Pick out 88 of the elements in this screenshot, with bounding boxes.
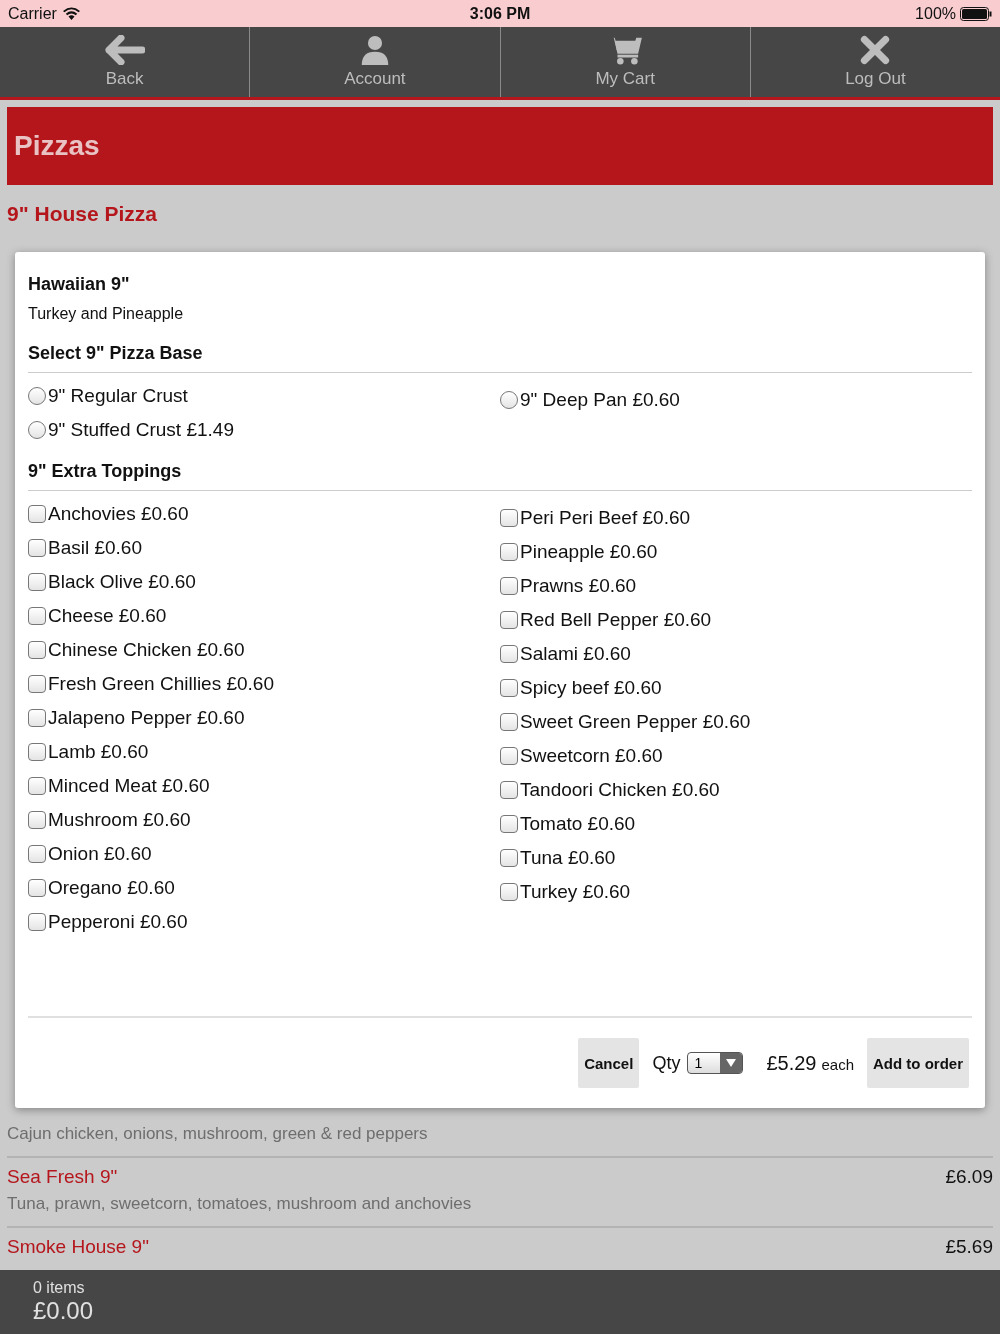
checkbox[interactable] xyxy=(500,611,518,629)
option-label: Oregano £0.60 xyxy=(48,877,175,899)
option-label: Pineapple £0.60 xyxy=(520,541,658,563)
checkbox[interactable] xyxy=(500,849,518,867)
radio-button[interactable] xyxy=(28,421,46,439)
option-label: Jalapeno Pepper £0.60 xyxy=(48,707,245,729)
checkbox[interactable] xyxy=(28,539,46,557)
checkbox[interactable] xyxy=(500,713,518,731)
checkbox[interactable] xyxy=(500,781,518,799)
option-label: Basil £0.60 xyxy=(48,537,142,559)
option-label: 9" Deep Pan £0.60 xyxy=(520,389,680,411)
option-label: Mushroom £0.60 xyxy=(48,809,191,831)
item-description: Tuna, prawn, sweetcorn, tomatoes, mushroom and anchovies xyxy=(7,1194,473,1214)
unit-price: £5.29 xyxy=(766,1051,817,1075)
option-label: 9" Regular Crust xyxy=(48,385,188,407)
qty-select[interactable]: 1 xyxy=(687,1052,744,1074)
checkbox[interactable] xyxy=(28,709,46,727)
nav-button[interactable]: Log Out xyxy=(750,27,1000,97)
option-label: Black Olive £0.60 xyxy=(48,571,196,593)
item-price: £5.69 xyxy=(945,1236,993,1258)
option-label: Sweet Green Pepper £0.60 xyxy=(520,711,751,733)
radio-button[interactable] xyxy=(500,391,518,409)
checkbox[interactable] xyxy=(28,845,46,863)
option-label: Peri Peri Beef £0.60 xyxy=(520,507,691,529)
option-label: Onion £0.60 xyxy=(48,843,152,865)
option-label: Spicy beef £0.60 xyxy=(520,677,662,699)
option-label: Prawns £0.60 xyxy=(520,575,637,597)
checkbox[interactable] xyxy=(28,743,46,761)
option-label: Minced Meat £0.60 xyxy=(48,775,210,797)
qty-label: Qty xyxy=(652,1052,681,1074)
category-header: Pizzas xyxy=(7,107,993,185)
checkbox[interactable] xyxy=(28,573,46,591)
checkbox[interactable] xyxy=(500,679,518,697)
battery-icon xyxy=(960,6,992,21)
checkbox[interactable] xyxy=(28,913,46,931)
option-label: 9" Stuffed Crust £1.49 xyxy=(48,419,234,441)
caret-icon xyxy=(726,1059,737,1067)
nav-button[interactable]: My Cart xyxy=(500,27,751,97)
section-heading: Select 9" Pizza Base xyxy=(28,343,972,373)
cancel-button[interactable]: Cancel xyxy=(578,1038,640,1088)
option-label: Chinese Chicken £0.60 xyxy=(48,639,245,661)
option-label: Red Bell Pepper £0.60 xyxy=(520,609,712,631)
option-label: Lamb £0.60 xyxy=(48,741,149,763)
battery-percent: 100% xyxy=(915,4,956,23)
clock-time: 3:06 PM xyxy=(469,4,531,23)
option-label: Sweetcorn £0.60 xyxy=(520,745,663,767)
item-name[interactable]: Smoke House 9" xyxy=(7,1236,149,1258)
option-label: Tuna £0.60 xyxy=(520,847,616,869)
checkbox[interactable] xyxy=(28,777,46,795)
checkbox[interactable] xyxy=(500,543,518,561)
option-label: Fresh Green Chillies £0.60 xyxy=(48,673,274,695)
section-heading: 9" Extra Toppings xyxy=(28,461,972,491)
checkbox[interactable] xyxy=(28,675,46,693)
item-description: Cajun chicken, onions, mushroom, green & red peppers xyxy=(7,1124,429,1144)
checkbox[interactable] xyxy=(500,509,518,527)
dialog-title: Hawaiian 9" xyxy=(28,274,131,295)
checkbox[interactable] xyxy=(28,505,46,523)
basket-bar[interactable]: 0 items £0.00 xyxy=(0,1270,1000,1334)
checkbox[interactable] xyxy=(28,879,46,897)
checkbox[interactable] xyxy=(500,577,518,595)
item-price: £6.09 xyxy=(945,1166,993,1188)
checkbox[interactable] xyxy=(500,883,518,901)
item-count: 0 items xyxy=(33,1279,86,1297)
option-label: Salami £0.60 xyxy=(520,643,631,665)
nav-button[interactable]: Account xyxy=(250,27,501,97)
option-label: Tandoori Chicken £0.60 xyxy=(520,779,720,801)
back-arrow-icon xyxy=(104,35,145,65)
wifi-icon xyxy=(62,7,80,20)
price-unit: each xyxy=(821,1055,854,1073)
section-title: 9" House Pizza xyxy=(7,202,158,226)
option-label: Pepperoni £0.60 xyxy=(48,911,188,933)
checkbox[interactable] xyxy=(28,607,46,625)
carrier-label: Carrier xyxy=(8,4,57,23)
item-name[interactable]: Sea Fresh 9" xyxy=(7,1166,118,1188)
checkbox[interactable] xyxy=(28,641,46,659)
radio-button[interactable] xyxy=(28,387,46,405)
checkbox[interactable] xyxy=(500,747,518,765)
option-label: Turkey £0.60 xyxy=(520,881,631,903)
nav-button[interactable]: Back xyxy=(0,27,251,97)
option-label: Cheese £0.60 xyxy=(48,605,167,627)
dialog-subtitle: Turkey and Pineapple xyxy=(28,305,185,323)
option-label: Anchovies £0.60 xyxy=(48,503,189,525)
checkbox[interactable] xyxy=(500,815,518,833)
checkbox[interactable] xyxy=(500,645,518,663)
checkbox[interactable] xyxy=(28,811,46,829)
add-to-order-button[interactable]: Add to order xyxy=(867,1038,969,1088)
basket-total: £0.00 xyxy=(33,1297,95,1325)
option-label: Tomato £0.60 xyxy=(520,813,636,835)
